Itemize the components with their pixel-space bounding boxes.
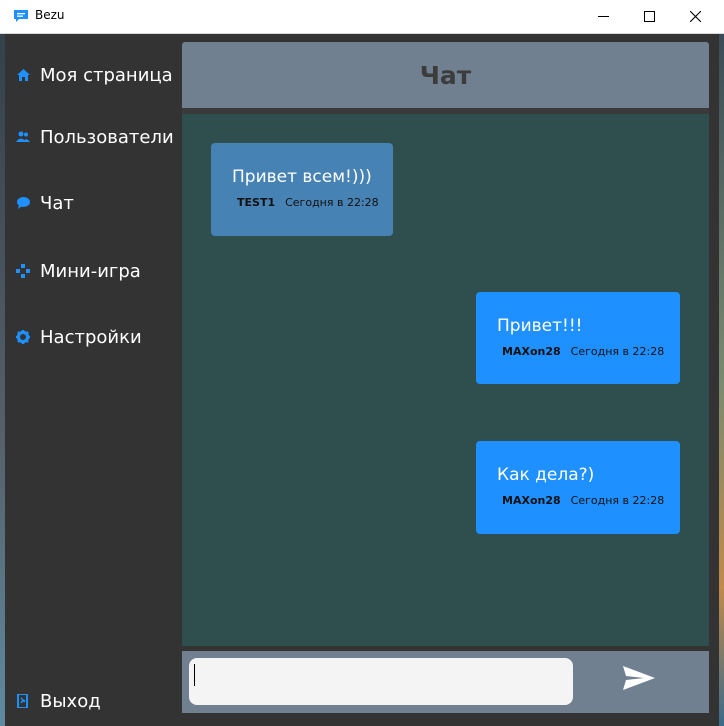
message-input[interactable]	[189, 658, 573, 705]
sidebar: Моя страница Пользователи Чат Мини-игра …	[5, 34, 177, 726]
sidebar-item-label: Настройки	[40, 326, 142, 348]
sidebar-item-label: Пользователи	[40, 126, 174, 148]
close-icon	[689, 11, 701, 22]
app-chat-icon	[14, 10, 28, 22]
exit-icon	[16, 694, 30, 708]
window-title: Bezu	[35, 8, 65, 22]
message-time: Сегодня в 22:28	[570, 345, 665, 358]
sidebar-item-users[interactable]: Пользователи	[5, 122, 177, 152]
message-author: MAXon28	[502, 494, 561, 507]
message-meta: TEST1 Сегодня в 22:28	[237, 196, 379, 209]
message-author: MAXon28	[502, 345, 561, 358]
minimize-icon	[597, 16, 609, 17]
sidebar-item-label: Выход	[40, 690, 101, 712]
message-time: Сегодня в 22:28	[570, 494, 665, 507]
sidebar-item-exit[interactable]: Выход	[5, 686, 177, 716]
sidebar-item-chat[interactable]: Чат	[5, 188, 177, 218]
desktop-wallpaper-right	[719, 34, 724, 726]
sidebar-item-settings[interactable]: Настройки	[5, 322, 177, 352]
sidebar-item-label: Мини-игра	[40, 260, 141, 282]
sidebar-item-label: Чат	[40, 192, 74, 214]
message-bubble-incoming: Привет всем!))) TEST1 Сегодня в 22:28	[211, 143, 393, 236]
message-time: Сегодня в 22:28	[285, 196, 379, 209]
send-button[interactable]	[622, 665, 658, 699]
message-meta: MAXon28 Сегодня в 22:28	[502, 345, 664, 358]
message-composer	[182, 651, 709, 713]
sidebar-item-mini-game[interactable]: Мини-игра	[5, 256, 177, 286]
message-text: Привет!!!	[497, 316, 583, 336]
home-icon	[16, 68, 30, 82]
message-meta: MAXon28 Сегодня в 22:28	[502, 494, 664, 507]
text-caret	[194, 664, 195, 686]
page-title: Чат	[419, 60, 472, 90]
message-author: TEST1	[237, 196, 276, 209]
message-bubble-outgoing: Привет!!! MAXon28 Сегодня в 22:28	[476, 292, 680, 384]
window-bottom-strip	[182, 713, 709, 726]
message-text: Как дела?)	[497, 465, 595, 485]
users-icon	[16, 130, 30, 144]
message-text: Привет всем!)))	[232, 167, 372, 187]
sidebar-item-my-page[interactable]: Моя страница	[5, 60, 177, 90]
page-header: Чат	[182, 42, 709, 108]
gear-icon	[16, 330, 30, 344]
maximize-button[interactable]	[626, 0, 672, 33]
maximize-icon	[643, 11, 655, 22]
send-icon	[623, 666, 655, 690]
window-titlebar: Bezu	[0, 0, 724, 34]
chat-message-area[interactable]: Привет всем!))) TEST1 Сегодня в 22:28 При…	[182, 114, 709, 646]
gamepad-icon	[16, 264, 30, 278]
close-button[interactable]	[672, 0, 718, 33]
message-bubble-outgoing: Как дела?) MAXon28 Сегодня в 22:28	[476, 441, 680, 534]
sidebar-item-label: Моя страница	[40, 64, 173, 86]
minimize-button[interactable]	[580, 0, 626, 33]
chat-bubble-icon	[16, 196, 30, 210]
